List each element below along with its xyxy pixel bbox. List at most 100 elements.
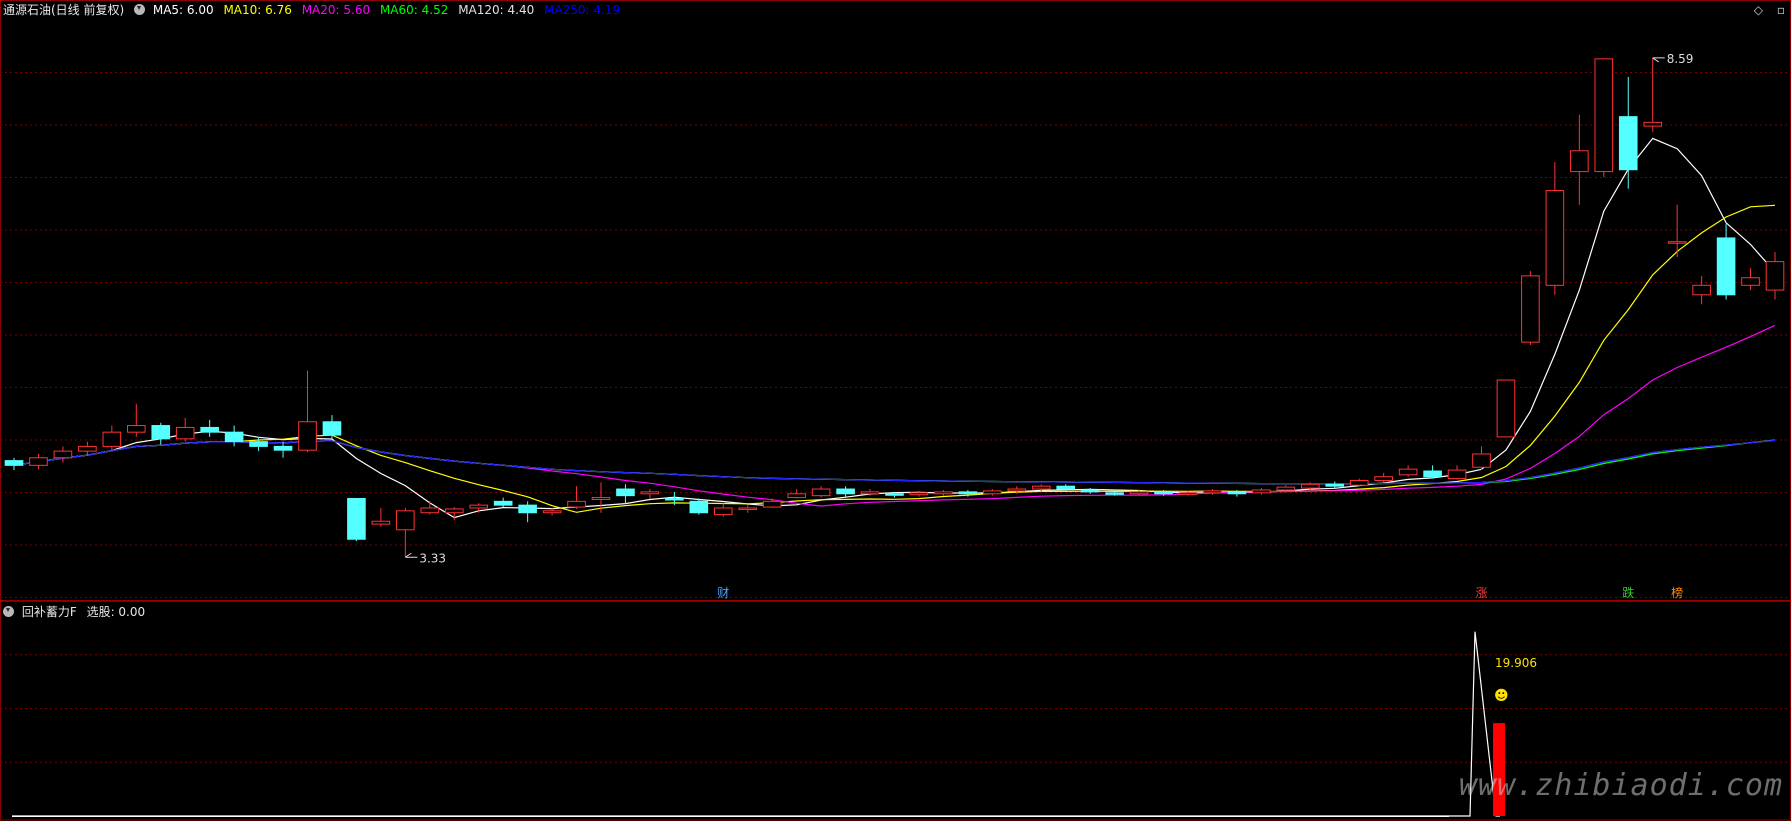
candle-body bbox=[1178, 492, 1198, 495]
candle-body bbox=[224, 431, 244, 443]
candle-body bbox=[542, 510, 562, 514]
candle-body bbox=[1056, 485, 1076, 490]
candle-body bbox=[860, 491, 880, 495]
sub-indicator-plot: 19.906 ☻ bbox=[12, 631, 1537, 817]
dropdown-icon[interactable] bbox=[3, 606, 14, 617]
candle-body bbox=[1031, 485, 1051, 490]
diamond-icon[interactable]: ◇ bbox=[1754, 3, 1763, 17]
candle-body bbox=[1129, 491, 1149, 495]
candle-body bbox=[151, 425, 171, 440]
candle-body bbox=[273, 445, 293, 451]
candle-body bbox=[1227, 491, 1247, 495]
candle-body bbox=[958, 491, 978, 495]
candle-body bbox=[396, 510, 415, 531]
candle-body bbox=[1618, 116, 1638, 171]
candle-body bbox=[885, 493, 904, 496]
candle-body bbox=[1374, 476, 1393, 482]
candle-body bbox=[713, 507, 733, 516]
candle-body bbox=[1080, 489, 1100, 493]
ma5-label: MA5: 6.00 bbox=[152, 3, 214, 17]
candle-body bbox=[1447, 469, 1467, 480]
watermark-text: www.zhibiaodi.com bbox=[1458, 768, 1783, 803]
candle-body bbox=[4, 460, 24, 466]
ma10-line bbox=[13, 204, 1776, 513]
select-signal-line bbox=[12, 631, 1500, 817]
moving-average-lines bbox=[13, 137, 1776, 519]
candle-body bbox=[1570, 150, 1589, 173]
candle-body bbox=[762, 500, 782, 508]
candle-body bbox=[836, 488, 855, 495]
candle-body bbox=[1716, 237, 1736, 296]
candle-body bbox=[1643, 121, 1663, 127]
candle-body bbox=[787, 493, 806, 499]
candle-body bbox=[298, 421, 317, 451]
candle-body bbox=[983, 490, 1002, 495]
low-label: 3.33 bbox=[419, 551, 446, 565]
candle-body bbox=[53, 450, 73, 459]
smiley-icon: ☻ bbox=[1494, 688, 1509, 704]
bar-value-label: 19.906 bbox=[1495, 656, 1537, 670]
candle-body bbox=[909, 492, 929, 496]
candle-body bbox=[1741, 277, 1760, 286]
candle-body bbox=[616, 488, 635, 497]
candle-body bbox=[1692, 284, 1711, 296]
ma10-label: MA10: 6.76 bbox=[223, 3, 292, 17]
candle-body bbox=[29, 457, 48, 466]
candle-body bbox=[665, 498, 684, 501]
candle-body bbox=[493, 500, 513, 506]
candle-body bbox=[1203, 490, 1222, 494]
candle-body bbox=[102, 431, 122, 447]
candle-body bbox=[518, 504, 537, 514]
candle-body bbox=[1545, 190, 1565, 286]
sub-legend: 回补蓄力F 选股: 0.00 bbox=[3, 605, 151, 619]
stock-title: 通源石油(日线 前复权) bbox=[3, 3, 125, 17]
candle-body bbox=[1325, 483, 1345, 487]
candle-body bbox=[1423, 470, 1442, 478]
candle-body bbox=[1472, 453, 1491, 468]
candle-body bbox=[1594, 58, 1614, 173]
ma20-label: MA20: 5.60 bbox=[301, 3, 371, 17]
candle-body bbox=[1154, 491, 1173, 495]
candle-body bbox=[78, 445, 97, 452]
candle-body bbox=[591, 497, 611, 500]
candle-body bbox=[1276, 486, 1296, 491]
chart-stage: 8.59 3.33 财 涨 跌 榜 19.906 ☻ bbox=[0, 0, 1791, 821]
ma60-label: MA60: 4.52 bbox=[379, 3, 449, 17]
candle-body bbox=[1765, 261, 1785, 291]
candle-body bbox=[1349, 480, 1369, 486]
ma250-label: MA250: 4.19 bbox=[544, 3, 621, 17]
candle-body bbox=[640, 491, 660, 495]
dropdown-icon[interactable] bbox=[134, 4, 146, 15]
candle-body bbox=[200, 426, 219, 433]
candle-body bbox=[126, 425, 146, 433]
indicator-name: 回补蓄力F bbox=[21, 605, 77, 619]
square-icon[interactable]: ▫ bbox=[1777, 3, 1785, 17]
candle-body bbox=[1521, 275, 1540, 343]
price-annotations: 8.59 3.33 财 涨 跌 榜 bbox=[405, 52, 1693, 600]
candle-body bbox=[738, 507, 758, 510]
top-right-controls: ◇ ▫ bbox=[1744, 3, 1785, 17]
candle-body bbox=[1300, 483, 1320, 489]
candle-body bbox=[1496, 379, 1516, 438]
candle-body bbox=[347, 498, 366, 540]
candle-body bbox=[689, 500, 709, 514]
candle-body bbox=[322, 421, 342, 436]
candle-body bbox=[934, 491, 953, 495]
main-legend: 通源石油(日线 前复权) MA5: 6.00 MA10: 6.76 MA20: … bbox=[3, 3, 626, 17]
candle-body bbox=[175, 426, 195, 440]
candle-body bbox=[567, 500, 586, 508]
candle-body bbox=[249, 441, 268, 447]
ma120-label: MA120: 4.40 bbox=[458, 3, 535, 17]
event-marker: 跌 bbox=[1622, 585, 1634, 600]
candle-body bbox=[420, 507, 440, 514]
event-marker: 涨 bbox=[1475, 585, 1487, 600]
low-arrow bbox=[405, 552, 418, 558]
high-label: 8.59 bbox=[1667, 52, 1694, 66]
ma5-line bbox=[13, 137, 1776, 519]
candle-body bbox=[1007, 488, 1027, 492]
candle-body bbox=[811, 488, 831, 497]
high-arrow bbox=[1652, 57, 1665, 63]
event-marker: 财 bbox=[717, 586, 729, 600]
candlestick-series bbox=[4, 57, 1785, 558]
candle-body bbox=[1252, 489, 1271, 494]
